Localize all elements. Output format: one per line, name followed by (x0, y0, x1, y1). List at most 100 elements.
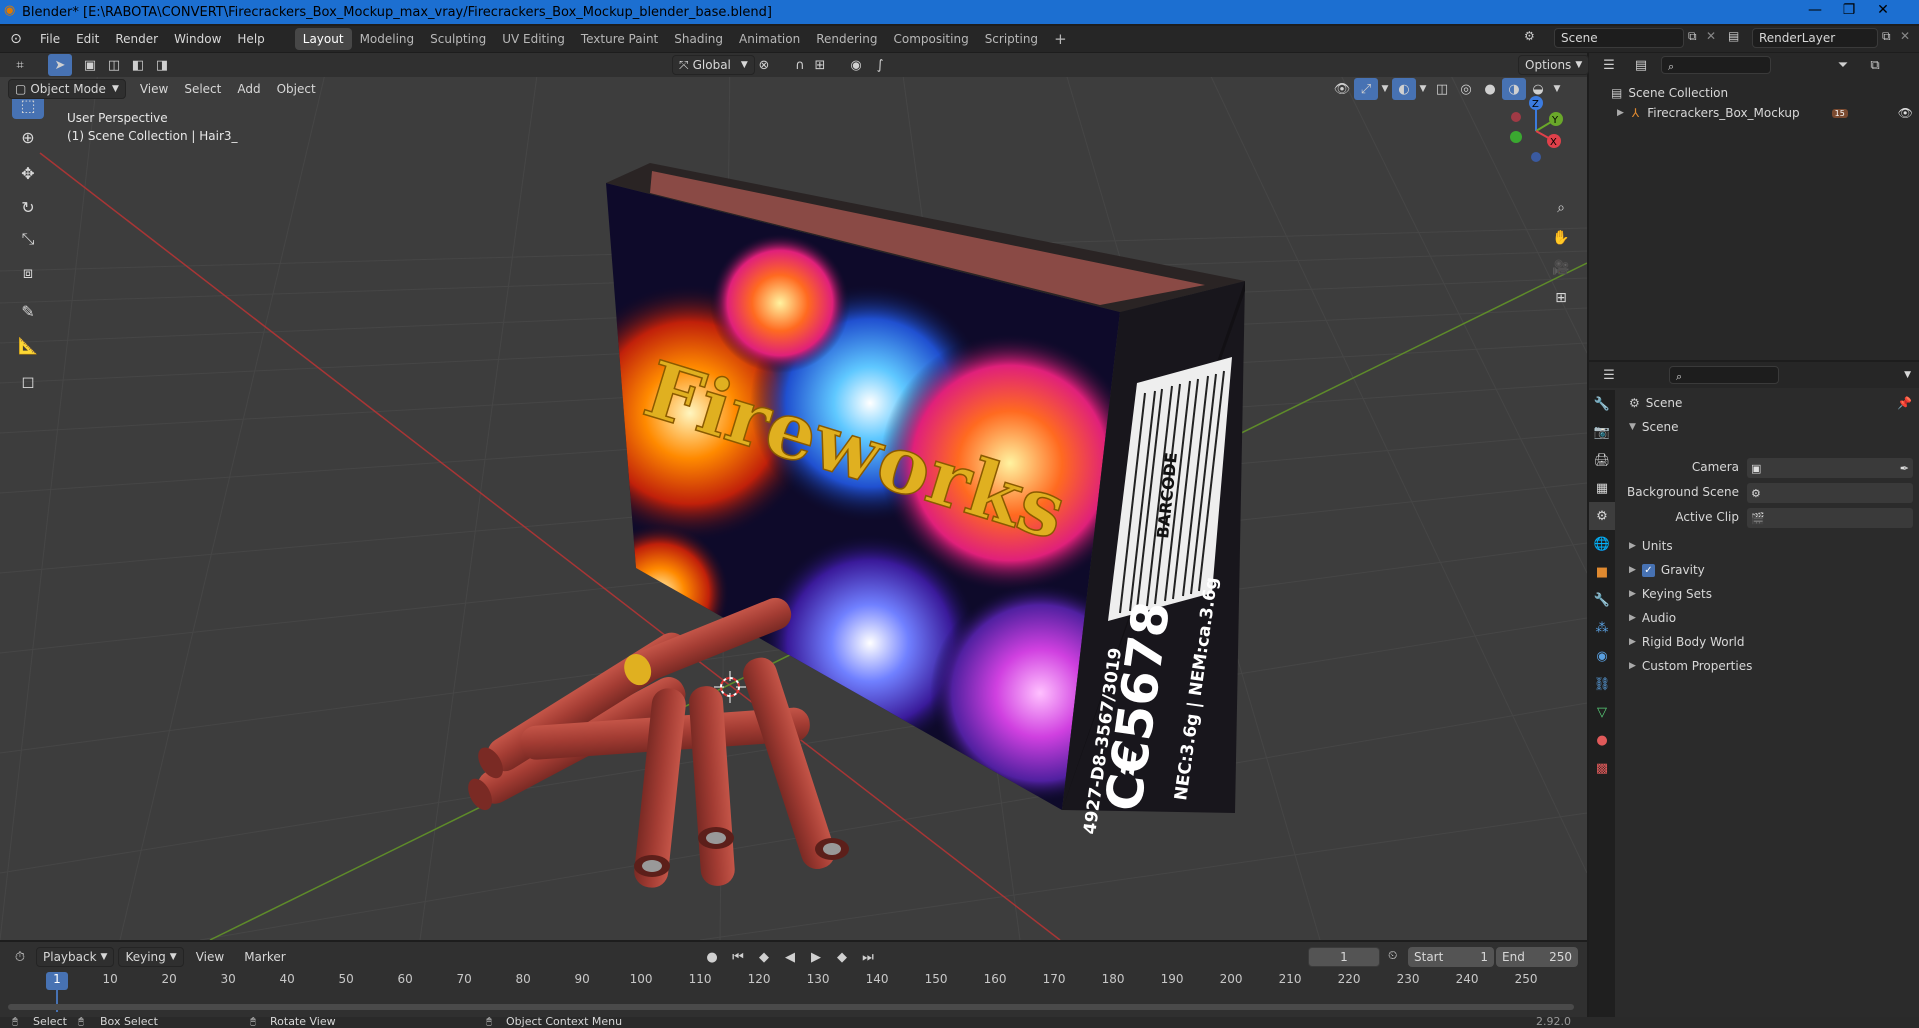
chevron-down-icon[interactable]: ▼ (1378, 78, 1392, 100)
outliner-search-input[interactable]: ⌕ (1661, 56, 1771, 74)
jump-end-icon[interactable]: ⏭ (856, 946, 880, 968)
pivot-point-icon[interactable]: ⊗ (752, 54, 776, 76)
end-frame-field[interactable]: End 250 (1496, 947, 1578, 967)
camera-field[interactable]: ▣ ✒ (1747, 458, 1913, 478)
select-extend-icon[interactable]: ◫ (102, 54, 126, 76)
tab-modeling[interactable]: Modeling (352, 28, 423, 50)
select-tool-icon[interactable]: ➤ (48, 54, 72, 76)
constraints-tab-icon[interactable]: ⛓ (1589, 670, 1615, 698)
camera-view-icon[interactable]: 🎥 (1548, 255, 1574, 281)
editor-type-icon[interactable]: ⌗ (8, 54, 32, 76)
tab-layout[interactable]: Layout (294, 28, 352, 50)
playback-menu[interactable]: Playback ▼ (36, 947, 115, 967)
options-dropdown[interactable]: Options ▼ (1518, 55, 1590, 75)
viewport-menu-add[interactable]: Add (229, 78, 268, 100)
visibility-eye-icon[interactable]: 👁 (1898, 106, 1913, 120)
output-tab-icon[interactable]: 🖨 (1589, 446, 1615, 474)
maximize-button[interactable]: ❐ (1832, 0, 1866, 22)
snap-target-icon[interactable]: ⊞ (808, 54, 832, 76)
delete-scene-icon[interactable]: ✕ (1706, 29, 1716, 43)
minimize-button[interactable]: — (1798, 0, 1832, 22)
transform-orientation-dropdown[interactable]: ⤧ Global ▼ (672, 55, 755, 75)
gravity-checkbox[interactable]: ✓ (1641, 563, 1655, 577)
section-gravity[interactable]: ▶ ✓ Gravity (1629, 559, 1915, 581)
section-units[interactable]: ▶ Units (1629, 535, 1915, 557)
start-frame-field[interactable]: Start 1 (1408, 947, 1494, 967)
renderlayer-icon[interactable]: ▤ (1728, 29, 1739, 43)
view-layer-tab-icon[interactable]: ▦ (1589, 474, 1615, 502)
modifier-tab-icon[interactable]: 🔧 (1589, 586, 1615, 614)
annotate-tool[interactable]: ✎ (12, 297, 44, 325)
menu-window[interactable]: Window (166, 28, 229, 50)
pin-icon[interactable]: 📌 (1897, 396, 1912, 410)
rotate-tool[interactable]: ↻ (12, 193, 44, 221)
menu-help[interactable]: Help (229, 28, 272, 50)
section-custom-properties[interactable]: ▶ Custom Properties (1629, 655, 1915, 677)
renderlayer-field[interactable]: RenderLayer (1752, 28, 1878, 48)
active-clip-field[interactable]: 🎬 (1747, 508, 1913, 528)
new-renderlayer-icon[interactable]: ⧉ (1882, 29, 1891, 44)
eyedropper-icon[interactable]: ✒ (1900, 462, 1909, 475)
wireframe-shading-icon[interactable]: ◎ (1454, 78, 1478, 100)
material-tab-icon[interactable]: ● (1589, 726, 1615, 754)
tab-sculpting[interactable]: Sculpting (422, 28, 494, 50)
scale-tool[interactable]: ⤡ (12, 225, 44, 253)
timeline-editor-icon[interactable]: ⏱ (8, 946, 32, 968)
expand-arrow-icon[interactable]: ▶ (1617, 108, 1624, 118)
viewport-menu-view[interactable]: View (132, 78, 176, 100)
perspective-toggle-icon[interactable]: ⊞ (1548, 285, 1574, 311)
move-tool[interactable]: ✥ (12, 159, 44, 187)
falloff-icon[interactable]: ∫ (868, 54, 892, 76)
menu-render[interactable]: Render (107, 28, 166, 50)
menu-edit[interactable]: Edit (68, 28, 107, 50)
viewport-menu-object[interactable]: Object (269, 78, 324, 100)
physics-tab-icon[interactable]: ◉ (1589, 642, 1615, 670)
frame-ruler[interactable]: 1 10 20 30 40 50 60 70 80 90 100 110 120 130 140 150 160… (0, 972, 1587, 990)
tab-scripting[interactable]: Scripting (977, 28, 1046, 50)
chevron-down-icon[interactable]: ▼ (1416, 78, 1430, 100)
select-subtract-icon[interactable]: ◧ (126, 54, 150, 76)
zoom-icon[interactable]: ⌕ (1548, 195, 1574, 221)
select-new-icon[interactable]: ▣ (78, 54, 102, 76)
transform-tool[interactable]: ⧈ (12, 259, 44, 287)
play-icon[interactable]: ▶ (804, 946, 828, 968)
new-collection-icon[interactable]: ⧉ (1863, 54, 1887, 76)
tab-texture-paint[interactable]: Texture Paint (573, 28, 666, 50)
viewport-menu-select[interactable]: Select (176, 78, 229, 100)
timer-icon[interactable]: ⏲ (1388, 948, 1397, 963)
chevron-down-icon[interactable]: ▼ (1904, 370, 1911, 380)
display-mode-icon[interactable]: ▤ (1629, 54, 1653, 76)
tool-tab-icon[interactable]: 🔧 (1589, 390, 1615, 418)
data-tab-icon[interactable]: ▽ (1589, 698, 1615, 726)
scene-field[interactable]: Scene (1554, 28, 1684, 48)
3d-viewport[interactable]: Fireworks BARCODE C€5678 4927-D8-3567/30… (0, 53, 1587, 940)
visibility-icon[interactable]: 👁 (1330, 78, 1354, 100)
render-tab-icon[interactable]: 📷 (1589, 418, 1615, 446)
outliner-root[interactable]: ▤ Scene Collection (1611, 83, 1728, 103)
timeline-scrollbar[interactable] (8, 1004, 1574, 1010)
measure-tool[interactable]: 📐 (12, 331, 44, 359)
tab-uv-editing[interactable]: UV Editing (494, 28, 573, 50)
play-reverse-icon[interactable]: ◀ (778, 946, 802, 968)
overlay-toggle-icon[interactable]: ◐ (1392, 78, 1416, 100)
tab-shading[interactable]: Shading (666, 28, 731, 50)
section-keying-sets[interactable]: ▶ Keying Sets (1629, 583, 1915, 605)
tab-rendering[interactable]: Rendering (808, 28, 885, 50)
current-frame-field[interactable]: 1 (1308, 947, 1380, 967)
outliner-editor-icon[interactable]: ☰ (1597, 54, 1621, 76)
background-scene-field[interactable]: ⚙ (1747, 483, 1913, 503)
timeline-view-menu[interactable]: View (188, 946, 232, 968)
add-workspace-icon[interactable]: + (1046, 28, 1075, 50)
viewport-scene[interactable]: Fireworks BARCODE C€5678 4927-D8-3567/30… (0, 53, 1587, 940)
prev-keyframe-icon[interactable]: ◆ (752, 946, 776, 968)
add-cube-tool[interactable]: ◻ (12, 367, 44, 395)
filter-icon[interactable]: ⏷ (1831, 54, 1855, 76)
pan-hand-icon[interactable]: ✋ (1548, 225, 1574, 251)
scene-panel-header[interactable]: ▼ Scene (1629, 420, 1915, 434)
gizmo-toggle-icon[interactable]: ⤢ (1354, 78, 1378, 100)
object-tab-icon[interactable]: ■ (1589, 558, 1615, 586)
close-button[interactable]: ✕ (1866, 0, 1900, 22)
proportional-edit-icon[interactable]: ◉ (844, 54, 868, 76)
section-rigid-body-world[interactable]: ▶ Rigid Body World (1629, 631, 1915, 653)
scene-icon[interactable]: ⚙ (1524, 29, 1535, 43)
